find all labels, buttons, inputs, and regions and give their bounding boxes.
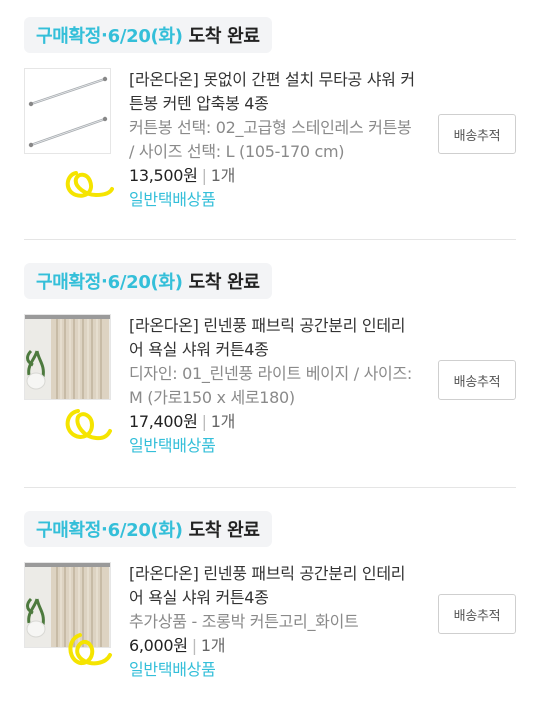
delivery-date: 6/20(화) [107, 520, 183, 541]
yellow-scribble-mark [68, 633, 112, 666]
product-thumbnail[interactable] [24, 314, 111, 400]
product-title[interactable]: [라온다온] 못없이 간편 설치 무타공 샤워 커튼봉 커텐 압축봉 4종 [129, 68, 419, 116]
product-title[interactable]: [라온다온] 린넨풍 패브릭 공간분리 인테리어 욕실 샤워 커튼4종 [129, 314, 419, 362]
shipping-type: 일반택배상품 [129, 660, 216, 679]
product-price: 13,500원 [129, 166, 198, 185]
product-info: [라온다온] 린넨풍 패브릭 공간분리 인테리어 욕실 샤워 커튼4종 추가상품… [129, 562, 419, 682]
product-info: [라온다온] 못없이 간편 설치 무타공 샤워 커튼봉 커텐 압축봉 4종 커튼… [129, 68, 419, 212]
price-quantity-line: 13,500원 | 1개 [129, 164, 419, 188]
price-quantity-line: 17,400원 | 1개 [129, 410, 419, 434]
product-option: 추가상품 - 조롱박 커튼고리_화이트 [129, 612, 359, 631]
order-divider [24, 239, 516, 240]
order-status-badge: 구매확정 · 6/20(화) 도착 완료 [24, 511, 272, 547]
product-price: 6,000원 [129, 636, 188, 655]
shipping-type: 일반택배상품 [129, 436, 216, 455]
product-quantity: 1개 [210, 412, 236, 431]
purchase-confirmed-label: 구매확정 [36, 520, 102, 541]
price-quantity-line: 6,000원 | 1개 [129, 634, 419, 658]
product-option: 디자인: 01_린넨풍 라이트 베이지 / 사이즈: M (가로150 x 세로… [129, 364, 412, 407]
arrival-status: 도착 완료 [188, 520, 260, 541]
purchase-confirmed-label: 구매확정 [36, 26, 102, 47]
track-delivery-button[interactable]: 배송추적 [438, 114, 516, 154]
track-delivery-button[interactable]: 배송추적 [438, 360, 516, 400]
product-title[interactable]: [라온다온] 린넨풍 패브릭 공간분리 인테리어 욕실 샤워 커튼4종 [129, 562, 419, 610]
price-divider: | [201, 412, 207, 431]
delivery-date: 6/20(화) [107, 272, 183, 293]
linen-curtain-icon [25, 315, 110, 399]
yellow-scribble-mark [65, 171, 114, 198]
arrival-status: 도착 완료 [188, 26, 260, 47]
product-info: [라온다온] 린넨풍 패브릭 공간분리 인테리어 욕실 샤워 커튼4종 디자인:… [129, 314, 419, 458]
product-option: 커튼봉 선택: 02_고급형 스테인레스 커튼봉 / 사이즈 선택: L (10… [129, 118, 412, 161]
yellow-scribble-mark [65, 409, 112, 441]
order-divider [24, 487, 516, 488]
product-thumbnail[interactable] [24, 68, 111, 154]
purchase-confirmed-label: 구매확정 [36, 272, 102, 293]
curtain-rod-icon [25, 69, 110, 153]
track-delivery-button[interactable]: 배송추적 [438, 594, 516, 634]
order-status-badge: 구매확정 · 6/20(화) 도착 완료 [24, 263, 272, 299]
product-quantity: 1개 [210, 166, 236, 185]
arrival-status: 도착 완료 [188, 272, 260, 293]
shipping-type: 일반택배상품 [129, 190, 216, 209]
price-divider: | [191, 636, 197, 655]
price-divider: | [201, 166, 207, 185]
product-price: 17,400원 [129, 412, 198, 431]
order-status-badge: 구매확정 · 6/20(화) 도착 완료 [24, 17, 272, 53]
product-quantity: 1개 [200, 636, 226, 655]
delivery-date: 6/20(화) [107, 26, 183, 47]
